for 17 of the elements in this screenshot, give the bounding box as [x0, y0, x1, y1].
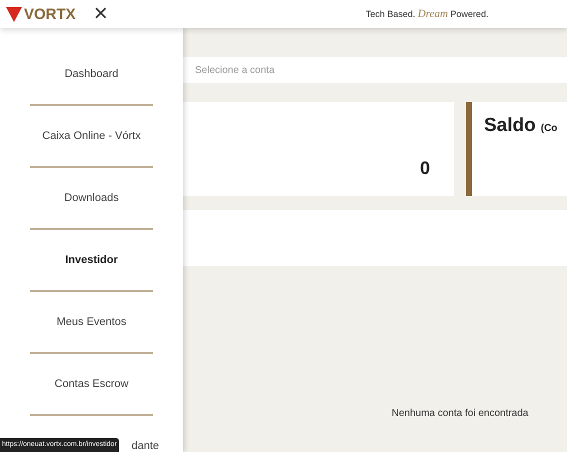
sidebar-item[interactable]: Caixa Online - Vórtx: [42, 128, 141, 144]
card-subtitle: (Co: [540, 122, 558, 136]
sidebar-item[interactable]: dante: [131, 438, 159, 452]
sidebar-item[interactable]: Dashboard: [64, 66, 118, 82]
close-button[interactable]: ×: [94, 2, 108, 26]
card-title: Saldo: [484, 114, 536, 138]
logo-icon: [6, 6, 22, 22]
empty-message: Nenhuma conta foi encontrada: [392, 407, 528, 421]
sidebar-item[interactable]: Investidor: [65, 252, 118, 268]
tagline: Tech Based. Dream Powered.: [366, 6, 488, 22]
account-select[interactable]: Selecione a conta: [183, 57, 567, 83]
sidebar-item[interactable]: Meus Eventos: [56, 314, 126, 330]
account-select-input[interactable]: Selecione a conta: [195, 62, 555, 78]
sidebar-item[interactable]: Contas Escrow: [54, 376, 128, 392]
logo-text: VORTX: [24, 6, 76, 22]
card-value: 0: [420, 157, 430, 180]
sidebar-item[interactable]: Downloads: [64, 190, 119, 206]
